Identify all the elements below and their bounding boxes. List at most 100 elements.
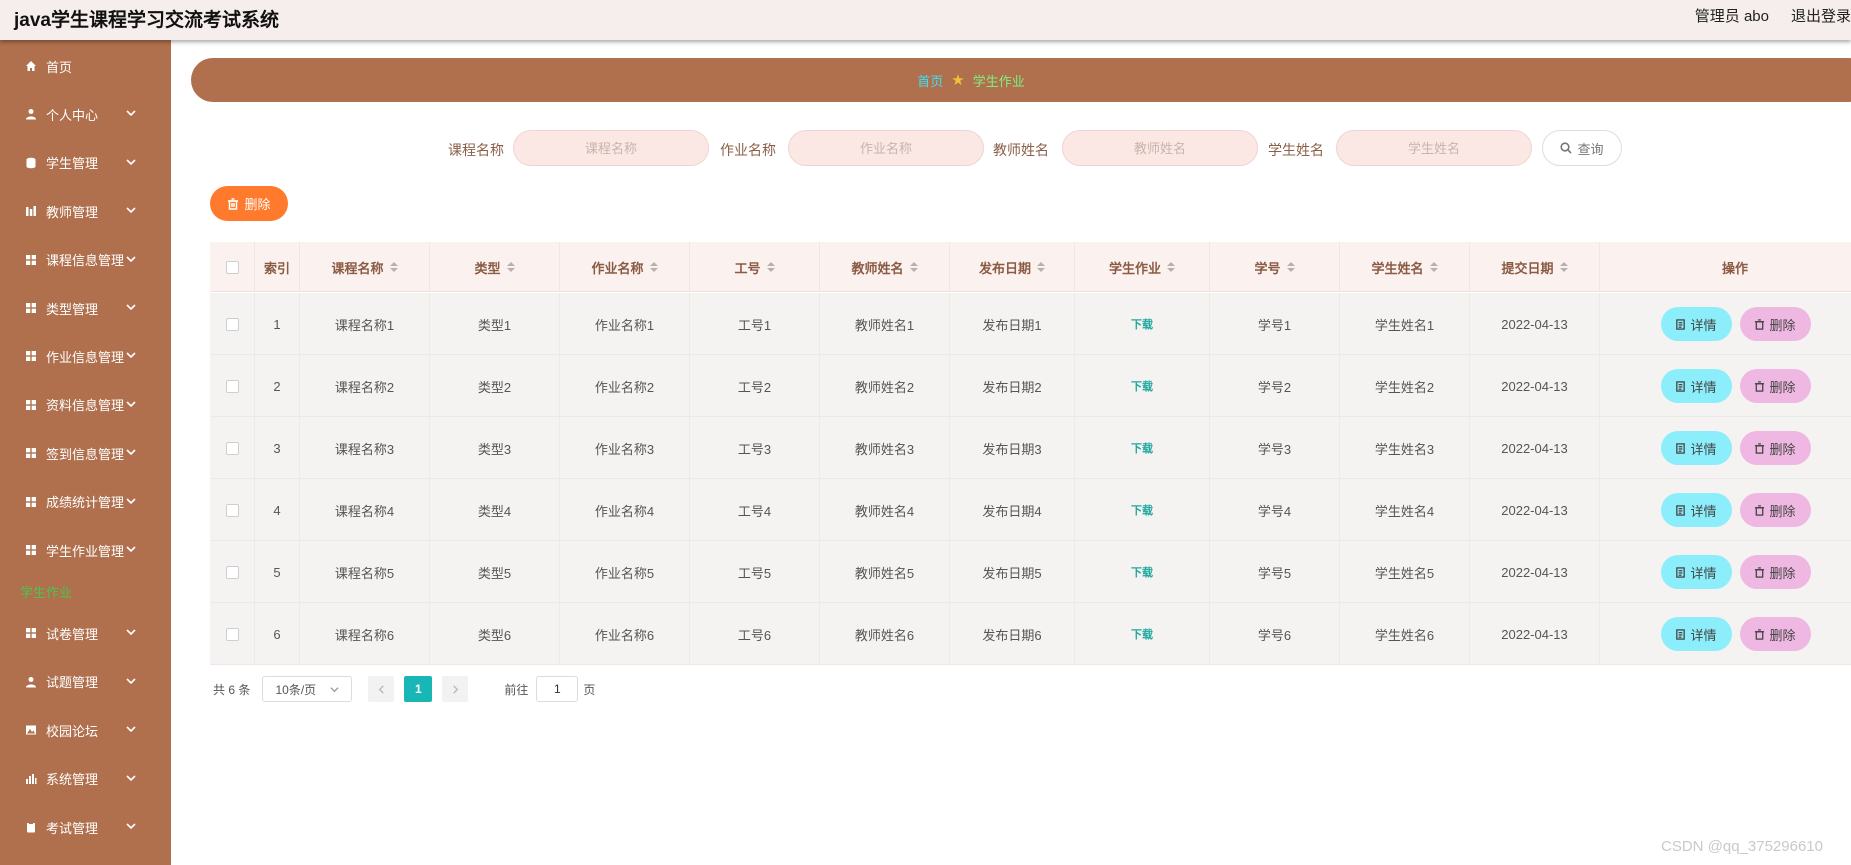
column-header[interactable]: 学号 bbox=[1210, 242, 1340, 292]
detail-button[interactable]: 详情 bbox=[1660, 307, 1732, 341]
column-header[interactable]: 工号 bbox=[690, 242, 820, 292]
cell-index: 1 bbox=[273, 316, 281, 332]
row-actions: 详情 删除 bbox=[1600, 355, 1851, 417]
download-link[interactable]: 下载 bbox=[1131, 626, 1153, 642]
sidebar-item-6[interactable]: 类型管理 bbox=[0, 284, 171, 332]
sidebar-subitem-active[interactable]: 学生作业 bbox=[20, 582, 72, 601]
sidebar-item-label: 资料信息管理 bbox=[46, 398, 125, 414]
course-name-input[interactable] bbox=[513, 130, 709, 166]
breadcrumb-home[interactable]: 首页 bbox=[917, 71, 943, 90]
download-link[interactable]: 下载 bbox=[1131, 378, 1153, 394]
row-checkbox[interactable] bbox=[225, 627, 239, 641]
detail-button[interactable]: 详情 bbox=[1660, 555, 1732, 589]
sidebar-item-10[interactable]: 成绩统计管理 bbox=[0, 478, 171, 526]
sidebar-item-16[interactable]: 考试管理 bbox=[0, 803, 171, 851]
column-header[interactable]: 类型 bbox=[430, 242, 560, 292]
table-cell: 作业名称4 bbox=[560, 479, 690, 541]
row-delete-button[interactable]: 删除 bbox=[1739, 431, 1811, 465]
column-header[interactable]: 教师姓名 bbox=[820, 242, 950, 292]
row-delete-button[interactable]: 删除 bbox=[1739, 555, 1811, 589]
cell-student: 学生姓名1 bbox=[1374, 317, 1435, 333]
logout-link[interactable]: 退出登录 bbox=[1791, 5, 1851, 26]
row-checkbox[interactable] bbox=[225, 317, 239, 331]
cell-course: 课程名称6 bbox=[334, 627, 395, 643]
row-delete-button[interactable]: 删除 bbox=[1739, 369, 1811, 403]
sort-icon[interactable] bbox=[389, 262, 398, 272]
sidebar-item-13[interactable]: 试题管理 bbox=[0, 658, 171, 706]
detail-button-label: 详情 bbox=[1690, 317, 1717, 333]
sidebar-item-5[interactable]: 课程信息管理 bbox=[0, 236, 171, 284]
column-header[interactable]: 提交日期 bbox=[1470, 242, 1600, 292]
sort-icon[interactable] bbox=[1167, 262, 1175, 272]
detail-button[interactable]: 详情 bbox=[1660, 369, 1732, 403]
column-header[interactable]: 发布日期 bbox=[950, 242, 1075, 292]
chevron-down-icon bbox=[125, 446, 137, 458]
current-user[interactable]: 管理员 abo bbox=[1695, 5, 1769, 26]
sidebar-item-7[interactable]: 作业信息管理 bbox=[0, 332, 171, 380]
row-checkbox[interactable] bbox=[225, 441, 239, 455]
row-delete-button[interactable]: 删除 bbox=[1739, 493, 1811, 527]
sidebar-item-14[interactable]: 校园论坛 bbox=[0, 706, 171, 754]
search-icon bbox=[1560, 142, 1573, 154]
prev-page-button[interactable] bbox=[368, 676, 395, 702]
row-checkbox[interactable] bbox=[225, 379, 239, 393]
cell-submit: 2022-04-13 bbox=[1501, 626, 1568, 642]
sidebar-item-12[interactable]: 试卷管理 bbox=[0, 609, 171, 657]
grid-icon bbox=[24, 302, 37, 315]
column-header-label: 学生作业 bbox=[1108, 260, 1161, 276]
table-cell: 2022-04-13 bbox=[1470, 417, 1600, 479]
table-cell: 课程名称1 bbox=[300, 293, 430, 355]
column-header[interactable]: 课程名称 bbox=[300, 242, 430, 292]
cell-type: 类型6 bbox=[477, 627, 512, 643]
sort-icon[interactable] bbox=[909, 262, 918, 272]
chevron-down-icon bbox=[125, 156, 137, 168]
detail-button[interactable]: 详情 bbox=[1660, 431, 1732, 465]
row-checkbox[interactable] bbox=[225, 565, 239, 579]
detail-button[interactable]: 详情 bbox=[1660, 493, 1732, 527]
table-cell: 作业名称6 bbox=[560, 603, 690, 665]
goto-page-input[interactable] bbox=[536, 676, 579, 702]
sidebar-item-1[interactable]: 首页 bbox=[0, 42, 171, 90]
column-header[interactable]: 学生姓名 bbox=[1340, 242, 1470, 292]
batch-delete-button[interactable]: 删除 bbox=[210, 186, 288, 221]
sort-icon[interactable] bbox=[506, 262, 515, 272]
row-checkbox[interactable] bbox=[225, 503, 239, 517]
download-link[interactable]: 下载 bbox=[1131, 564, 1153, 580]
sort-icon[interactable] bbox=[1286, 262, 1295, 272]
column-header[interactable]: 作业名称 bbox=[560, 242, 690, 292]
page-size-select[interactable]: 10条/页 bbox=[262, 676, 353, 702]
sidebar-item-15[interactable]: 系统管理 bbox=[0, 755, 171, 803]
download-link[interactable]: 下载 bbox=[1131, 316, 1153, 332]
detail-button[interactable]: 详情 bbox=[1660, 617, 1732, 651]
sort-icon[interactable] bbox=[1429, 262, 1438, 272]
download-link[interactable]: 下载 bbox=[1131, 440, 1153, 456]
sort-icon[interactable] bbox=[1037, 262, 1045, 272]
download-link[interactable]: 下载 bbox=[1131, 502, 1153, 518]
chevron-down-icon bbox=[125, 626, 137, 638]
select-all-checkbox[interactable] bbox=[225, 260, 239, 274]
row-delete-button[interactable]: 删除 bbox=[1739, 307, 1811, 341]
query-button[interactable]: 查询 bbox=[1542, 130, 1622, 166]
sidebar-item-2[interactable]: 个人中心 bbox=[0, 90, 171, 138]
row-delete-button[interactable]: 删除 bbox=[1739, 617, 1811, 651]
sidebar-item-11[interactable]: 学生作业管理 bbox=[0, 526, 171, 574]
sidebar-item-4[interactable]: 教师管理 bbox=[0, 187, 171, 235]
column-header[interactable]: 学生作业 bbox=[1075, 242, 1210, 292]
sort-icon[interactable] bbox=[766, 262, 775, 272]
sidebar-item-3[interactable]: 学生管理 bbox=[0, 139, 171, 187]
student-name-input[interactable] bbox=[1336, 130, 1532, 166]
page-size-value: 10条/页 bbox=[275, 682, 317, 697]
next-page-button[interactable] bbox=[442, 676, 469, 702]
table-cell: 2022-04-13 bbox=[1470, 355, 1600, 417]
homework-name-input[interactable] bbox=[788, 130, 984, 166]
sidebar-item-label: 校园论坛 bbox=[46, 723, 99, 739]
sidebar-item-8[interactable]: 资料信息管理 bbox=[0, 381, 171, 429]
page-number[interactable]: 1 bbox=[404, 676, 433, 702]
table-cell: 学生姓名5 bbox=[1340, 541, 1470, 603]
sidebar-item-9[interactable]: 签到信息管理 bbox=[0, 429, 171, 477]
grid-icon bbox=[24, 495, 37, 508]
sort-icon[interactable] bbox=[1559, 262, 1568, 272]
teacher-name-input[interactable] bbox=[1062, 130, 1258, 166]
sort-icon[interactable] bbox=[649, 262, 658, 272]
select-all-checkbox-cell[interactable] bbox=[210, 242, 255, 292]
